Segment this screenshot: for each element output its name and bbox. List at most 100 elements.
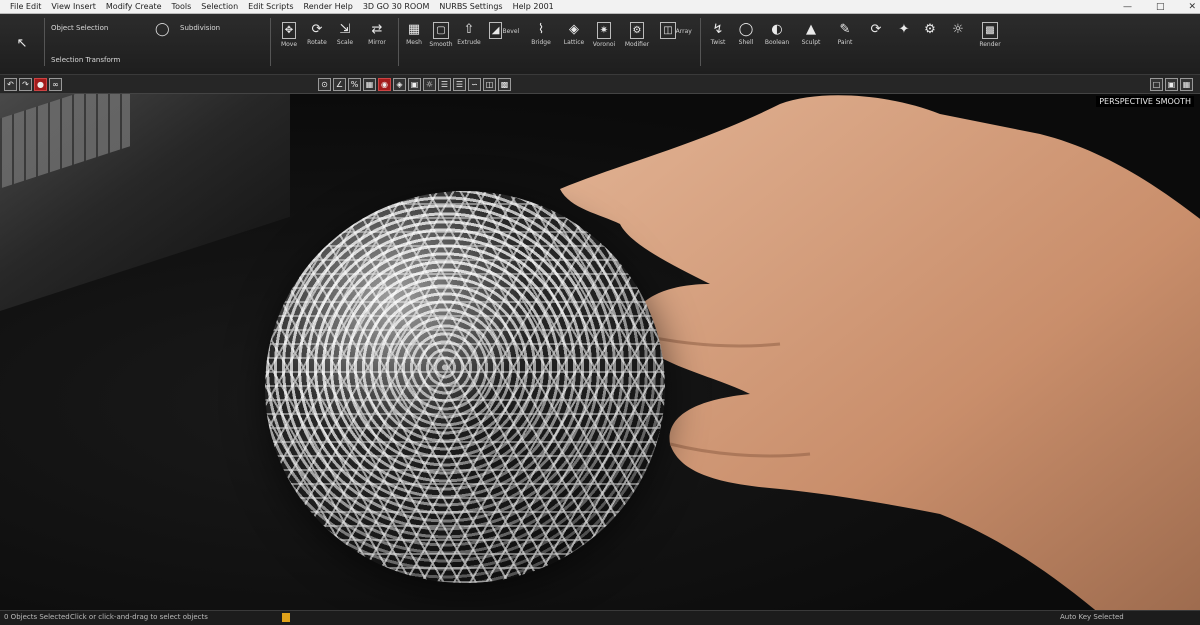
voronoi-tool[interactable]: ✷ Voronoi xyxy=(590,22,618,48)
menu-item-nurbs[interactable]: NURBS Settings xyxy=(439,2,502,11)
mirror-tool[interactable]: ⇄ Mirror xyxy=(362,22,392,46)
boolean-icon: ◐ xyxy=(771,22,783,37)
secondary-toolbar: ↶ ↷ ● ∞ ⊙ ∠ % ▦ ◉ ◈ ▣ ☼ ☰ ☰ ∽ ◫ ▩ □ ▣ ▦ xyxy=(0,75,1200,94)
snap-icon[interactable]: ⊙ xyxy=(318,78,331,91)
modifier-tool[interactable]: ⚙ Modifier xyxy=(622,22,652,48)
percent-snap-icon[interactable]: % xyxy=(348,78,361,91)
gear-icon: ⚙ xyxy=(924,22,936,37)
select-tool[interactable]: ↖ xyxy=(2,36,42,53)
shell-tool[interactable]: ◯ Shell xyxy=(734,22,758,46)
light-bulb-icon[interactable]: ☼ xyxy=(423,78,436,91)
mesh-icon: ▦ xyxy=(407,22,421,37)
boolean-tool[interactable]: ◐ Boolean xyxy=(762,22,792,46)
menu-item-view[interactable]: View Insert xyxy=(51,2,95,11)
paint-label: Paint xyxy=(837,39,853,46)
menu-item-modify[interactable]: Modify Create xyxy=(106,2,162,11)
grid-icon[interactable]: ▦ xyxy=(363,78,376,91)
ribbon-toolbar: ↖ Object Selection Selection Transform ◯… xyxy=(0,14,1200,75)
menu-item-room[interactable]: 3D GO 30 ROOM xyxy=(363,2,430,11)
mesh-tool[interactable]: ▦ Mesh xyxy=(402,22,426,46)
scale-icon: ⇲ xyxy=(339,22,351,37)
menu-item-selection[interactable]: Selection xyxy=(201,2,238,11)
boolean-label: Boolean xyxy=(764,39,790,46)
close-icon[interactable]: ✕ xyxy=(1188,2,1196,12)
lattice-tool[interactable]: ◈ Lattice xyxy=(560,22,588,46)
bridge-tool[interactable]: ⌇ Bridge xyxy=(526,22,556,46)
fullscreen-icon[interactable]: ▦ xyxy=(1180,78,1193,91)
lattice-sphere[interactable] xyxy=(265,191,665,583)
light-icon: ☼ xyxy=(952,22,964,37)
scale-tool[interactable]: ⇲ Scale xyxy=(332,22,358,46)
twist-tool[interactable]: ↯ Twist xyxy=(706,22,730,46)
menu-item-file[interactable]: File Edit xyxy=(10,2,41,11)
undo-button[interactable]: ↶ xyxy=(4,78,17,91)
paint-icon: ✎ xyxy=(839,22,851,37)
hierarchy-icon[interactable]: ☰ xyxy=(453,78,466,91)
globe-icon[interactable]: ◯ xyxy=(155,22,170,37)
lasso-icon: ⟳ xyxy=(870,22,882,37)
status-right: Auto Key Selected xyxy=(1060,613,1124,621)
rotate-tool[interactable]: ⟳ Rotate xyxy=(304,22,330,46)
cursor-icon: ↖ xyxy=(16,36,28,51)
layer-icon[interactable]: ☰ xyxy=(438,78,451,91)
schematic-icon[interactable]: ◫ xyxy=(483,78,496,91)
bevel-label: Bevel xyxy=(502,28,520,35)
paint-tool[interactable]: ✎ Paint xyxy=(830,22,860,46)
viewport-config-icon[interactable]: □ xyxy=(1150,78,1163,91)
camera-icon[interactable]: ▣ xyxy=(408,78,421,91)
sculpt-icon: ▲ xyxy=(806,22,816,37)
light-tool[interactable]: ☼ xyxy=(946,22,970,39)
ribbon-group-mesh: ▦ Mesh ▢ Smooth ⇧ Extrude ◢ Bevel ⌇ Bridge ◈ L… xyxy=(400,18,701,66)
curve-icon[interactable]: ∽ xyxy=(468,78,481,91)
maximize-icon[interactable]: □ xyxy=(1156,2,1165,12)
move-tool[interactable]: ✥ Move xyxy=(276,22,302,48)
material-icon[interactable]: ◈ xyxy=(393,78,406,91)
ribbon-group-title: Object Selection xyxy=(51,24,109,32)
shell-icon: ◯ xyxy=(738,22,754,37)
mirror-label: Mirror xyxy=(368,39,386,46)
bridge-icon: ⌇ xyxy=(537,22,545,37)
pin-tool[interactable]: ✦ xyxy=(892,22,916,39)
sculpt-tool[interactable]: ▲ Sculpt xyxy=(796,22,826,46)
maximize-viewport-icon[interactable]: ▣ xyxy=(1165,78,1178,91)
ribbon-group-transform: ✥ Move ⟳ Rotate ⇲ Scale ⇄ Mirror xyxy=(272,18,399,66)
rotate-icon: ⟳ xyxy=(311,22,323,37)
twist-icon: ↯ xyxy=(712,22,724,37)
ribbon-group-label: Subdivision xyxy=(180,24,221,32)
gear-tool[interactable]: ⚙ xyxy=(918,22,942,39)
extrude-tool[interactable]: ⇧ Extrude xyxy=(456,22,482,46)
bevel-icon: ◢ xyxy=(488,22,503,39)
toolbar-right: □ ▣ ▦ xyxy=(1150,78,1193,91)
menu-item-scripts[interactable]: Edit Scripts xyxy=(248,2,293,11)
smooth-label: Smooth xyxy=(429,41,453,48)
smooth-icon: ▢ xyxy=(433,22,449,39)
accent-marker xyxy=(282,613,290,622)
move-label: Move xyxy=(280,41,298,48)
status-center: Click or click-and-drag to select object… xyxy=(70,613,208,621)
modifier-icon: ⚙ xyxy=(629,22,645,39)
lattice-pattern xyxy=(265,191,665,583)
render-tool[interactable]: ▩ Render xyxy=(974,22,1006,48)
modifier-label: Modifier xyxy=(624,41,650,48)
menu-item-tools[interactable]: Tools xyxy=(172,2,192,11)
3d-viewport[interactable]: PERSPECTIVE SMOOTH xyxy=(0,94,1200,610)
smooth-tool[interactable]: ▢ Smooth xyxy=(428,22,454,48)
voronoi-icon: ✷ xyxy=(596,22,612,39)
link-button[interactable]: ∞ xyxy=(49,78,62,91)
record-button[interactable]: ● xyxy=(34,78,47,91)
ribbon-group-modifiers: ↯ Twist ◯ Shell ◐ Boolean ▲ Sculpt ✎ Paint ⟳ … xyxy=(702,18,1012,66)
array-tool[interactable]: ◫ Array xyxy=(658,22,694,41)
angle-snap-icon[interactable]: ∠ xyxy=(333,78,346,91)
status-left: 0 Objects Selected xyxy=(4,613,70,621)
menu-item-render[interactable]: Render Help xyxy=(304,2,353,11)
bevel-tool[interactable]: ◢ Bevel xyxy=(486,22,522,41)
render-setup-icon[interactable]: ▩ xyxy=(498,78,511,91)
bridge-label: Bridge xyxy=(531,39,551,46)
redo-button[interactable]: ↷ xyxy=(19,78,32,91)
lasso-tool[interactable]: ⟳ xyxy=(864,22,888,39)
menu-item-help[interactable]: Help 2001 xyxy=(513,2,554,11)
window-controls: — □ ✕ xyxy=(1113,0,1196,13)
ribbon-group-subtitle: Selection Transform xyxy=(51,56,121,64)
minimize-icon[interactable]: — xyxy=(1123,2,1132,12)
key-mode-button[interactable]: ◉ xyxy=(378,78,391,91)
